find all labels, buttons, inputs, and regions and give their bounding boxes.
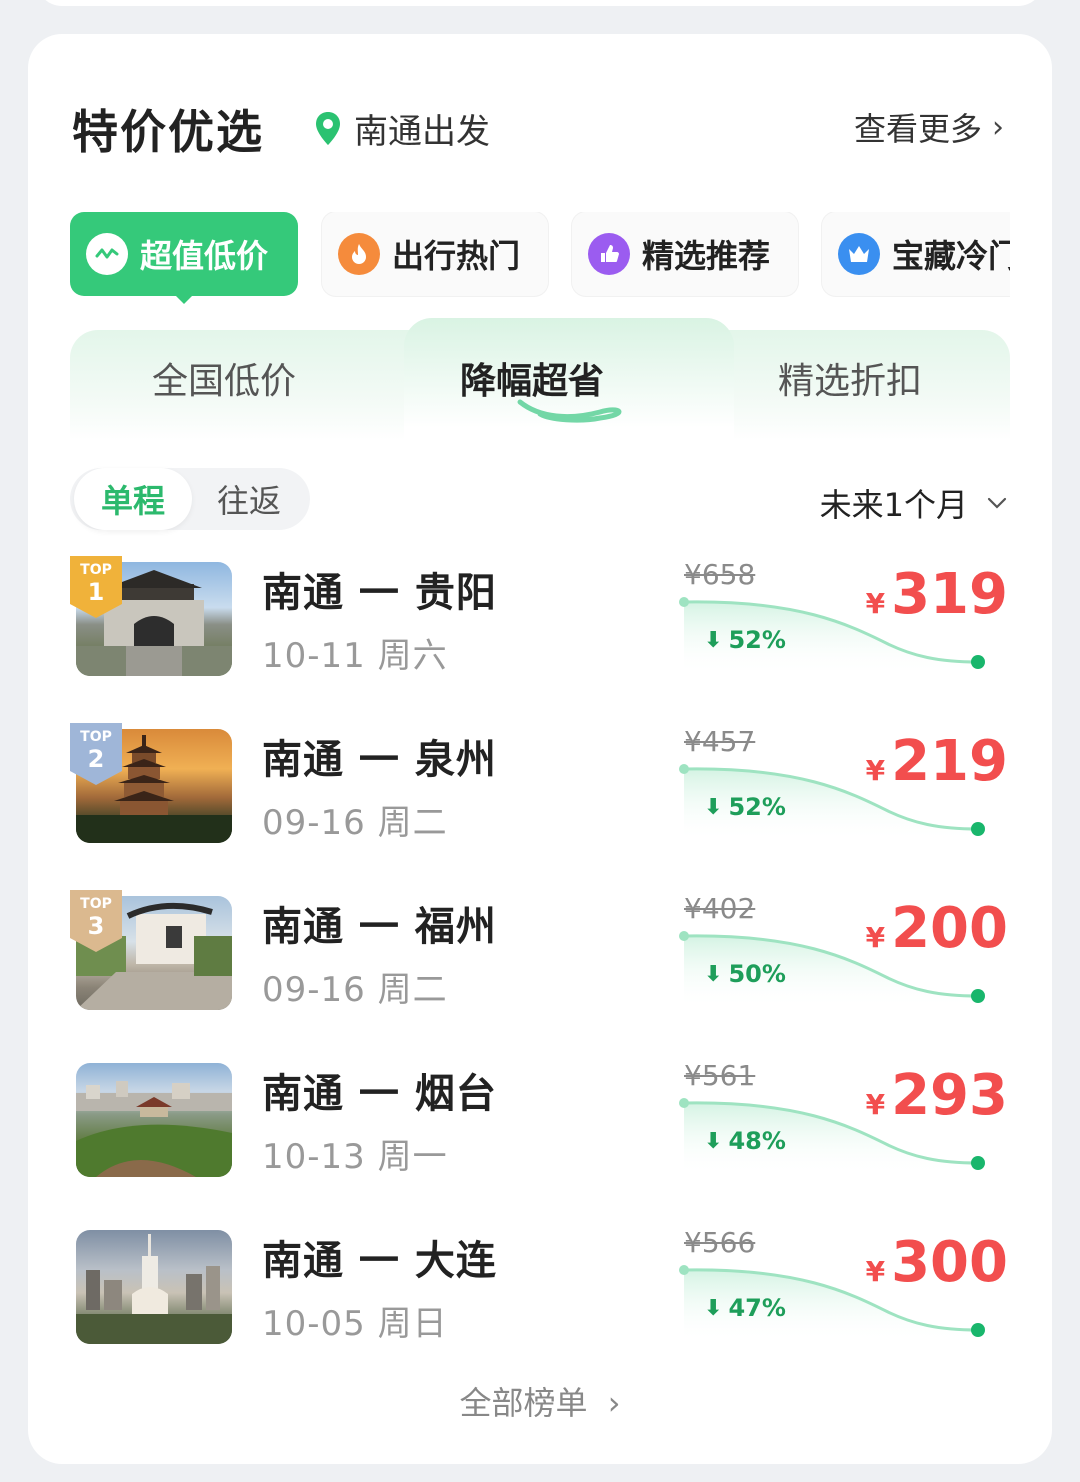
- chevron-right-icon: ›: [992, 109, 1004, 145]
- all-rankings-link[interactable]: 全部榜单 ›: [28, 1378, 1052, 1424]
- flame-icon: [338, 233, 380, 275]
- destination-thumbnail: [76, 1230, 232, 1344]
- price-drop-percent: ⬇ 52%: [704, 793, 786, 821]
- departure-date: 10-11 周六: [262, 636, 448, 676]
- arrow-down-icon: ⬇: [704, 627, 723, 653]
- departure-date: 10-05 周日: [262, 1304, 448, 1344]
- original-price: ¥566: [684, 1226, 756, 1259]
- original-price: ¥457: [684, 725, 756, 758]
- category-tab-popular[interactable]: 出行热门: [322, 212, 548, 296]
- route-row[interactable]: TOP 2 南通 一 泉州 09-16 周二 ¥457 ⬇ 52% ¥ 219: [28, 721, 1052, 871]
- trip-type-toggle: 单程 往返: [70, 468, 310, 530]
- round-trip-option[interactable]: 往返: [190, 468, 308, 530]
- departure-date: 10-13 周一: [262, 1137, 448, 1177]
- arrow-down-icon: ⬇: [704, 961, 723, 987]
- category-tab-recommended[interactable]: 精选推荐: [572, 212, 798, 296]
- previous-card-edge: [36, 0, 1044, 6]
- arrow-down-icon: ⬇: [704, 1295, 723, 1321]
- active-category-pointer: [174, 294, 194, 304]
- view-more-label: 查看更多: [853, 110, 982, 148]
- sub-tabs: 全国低价 降幅超省 精选折扣: [70, 318, 1010, 440]
- category-tab-hidden-gems[interactable]: 宝藏冷门: [822, 212, 1010, 296]
- location-pin-icon: [316, 111, 340, 145]
- route-row[interactable]: TOP 1 南通 一 贵阳 10-11 周六 ¥658 ⬇ 52% ¥ 319: [28, 554, 1052, 704]
- period-label: 未来1个月: [819, 486, 968, 524]
- current-price: ¥ 293: [865, 1063, 1008, 1128]
- departure-date: 09-16 周二: [262, 803, 448, 843]
- view-more-link[interactable]: 查看更多 ›: [854, 104, 1004, 150]
- route-name: 南通 一 大连: [262, 1238, 497, 1284]
- arrow-down-icon: ⬇: [704, 1128, 723, 1154]
- period-dropdown[interactable]: 未来1个月: [820, 480, 1008, 526]
- price-drop-percent: ⬇ 48%: [704, 1127, 786, 1155]
- category-label: 精选推荐: [642, 237, 771, 275]
- route-row[interactable]: 南通 一 烟台 10-13 周一 ¥561 ⬇ 48% ¥ 293: [28, 1055, 1052, 1205]
- active-subtab-underline: [517, 399, 622, 423]
- arrow-down-icon: ⬇: [704, 794, 723, 820]
- route-row[interactable]: 南通 一 大连 10-05 周日 ¥566 ⬇ 47% ¥ 300: [28, 1222, 1052, 1372]
- current-price: ¥ 219: [865, 729, 1008, 794]
- route-name: 南通 一 烟台: [262, 1071, 497, 1117]
- current-price: ¥ 300: [865, 1230, 1008, 1295]
- subtab-selected-discount[interactable]: 精选折扣: [778, 352, 922, 404]
- thumbs-up-icon: [588, 233, 630, 275]
- current-price: ¥ 319: [865, 562, 1008, 627]
- current-price: ¥ 200: [865, 896, 1008, 961]
- departure-city-selector[interactable]: 南通出发: [314, 104, 490, 153]
- category-tab-value-low-price[interactable]: 超值低价: [70, 212, 298, 296]
- category-label: 出行热门: [392, 237, 521, 275]
- one-way-option[interactable]: 单程: [74, 468, 192, 530]
- crown-icon: [838, 233, 880, 275]
- rank-badge: TOP 2: [70, 723, 122, 787]
- all-rankings-label: 全部榜单: [459, 1384, 588, 1422]
- route-name: 南通 一 贵阳: [262, 570, 497, 616]
- wave-icon: [86, 233, 128, 275]
- departure-city-label: 南通出发: [354, 112, 490, 152]
- subtab-national-low-price[interactable]: 全国低价: [152, 352, 296, 404]
- category-label: 超值低价: [140, 237, 269, 275]
- route-name: 南通 一 泉州: [262, 737, 497, 783]
- price-drop-percent: ⬇ 50%: [704, 960, 786, 988]
- original-price: ¥402: [684, 892, 756, 925]
- rank-badge: TOP 3: [70, 890, 122, 954]
- rank-badge: TOP 1: [70, 556, 122, 620]
- chevron-down-icon: [987, 497, 1007, 509]
- original-price: ¥658: [684, 558, 756, 591]
- category-label: 宝藏冷门: [892, 237, 1010, 275]
- original-price: ¥561: [684, 1059, 756, 1092]
- route-row[interactable]: TOP 3 南通 一 福州 09-16 周二 ¥402 ⬇ 50% ¥ 200: [28, 888, 1052, 1038]
- category-tabs: 超值低价 出行热门 精选推荐 宝藏冷门: [70, 212, 1010, 298]
- departure-date: 09-16 周二: [262, 970, 448, 1010]
- card-header: 特价优选 南通出发 查看更多 ›: [72, 96, 1008, 160]
- route-name: 南通 一 福州: [262, 904, 497, 950]
- price-drop-percent: ⬇ 47%: [704, 1294, 786, 1322]
- price-drop-percent: ⬇ 52%: [704, 626, 786, 654]
- chevron-right-icon: ›: [607, 1384, 621, 1422]
- deals-card: 特价优选 南通出发 查看更多 › 超值低价 出行热门 精选推荐 宝藏冷门 全国低…: [28, 34, 1052, 1464]
- section-title: 特价优选: [72, 105, 264, 159]
- destination-thumbnail: [76, 1063, 232, 1177]
